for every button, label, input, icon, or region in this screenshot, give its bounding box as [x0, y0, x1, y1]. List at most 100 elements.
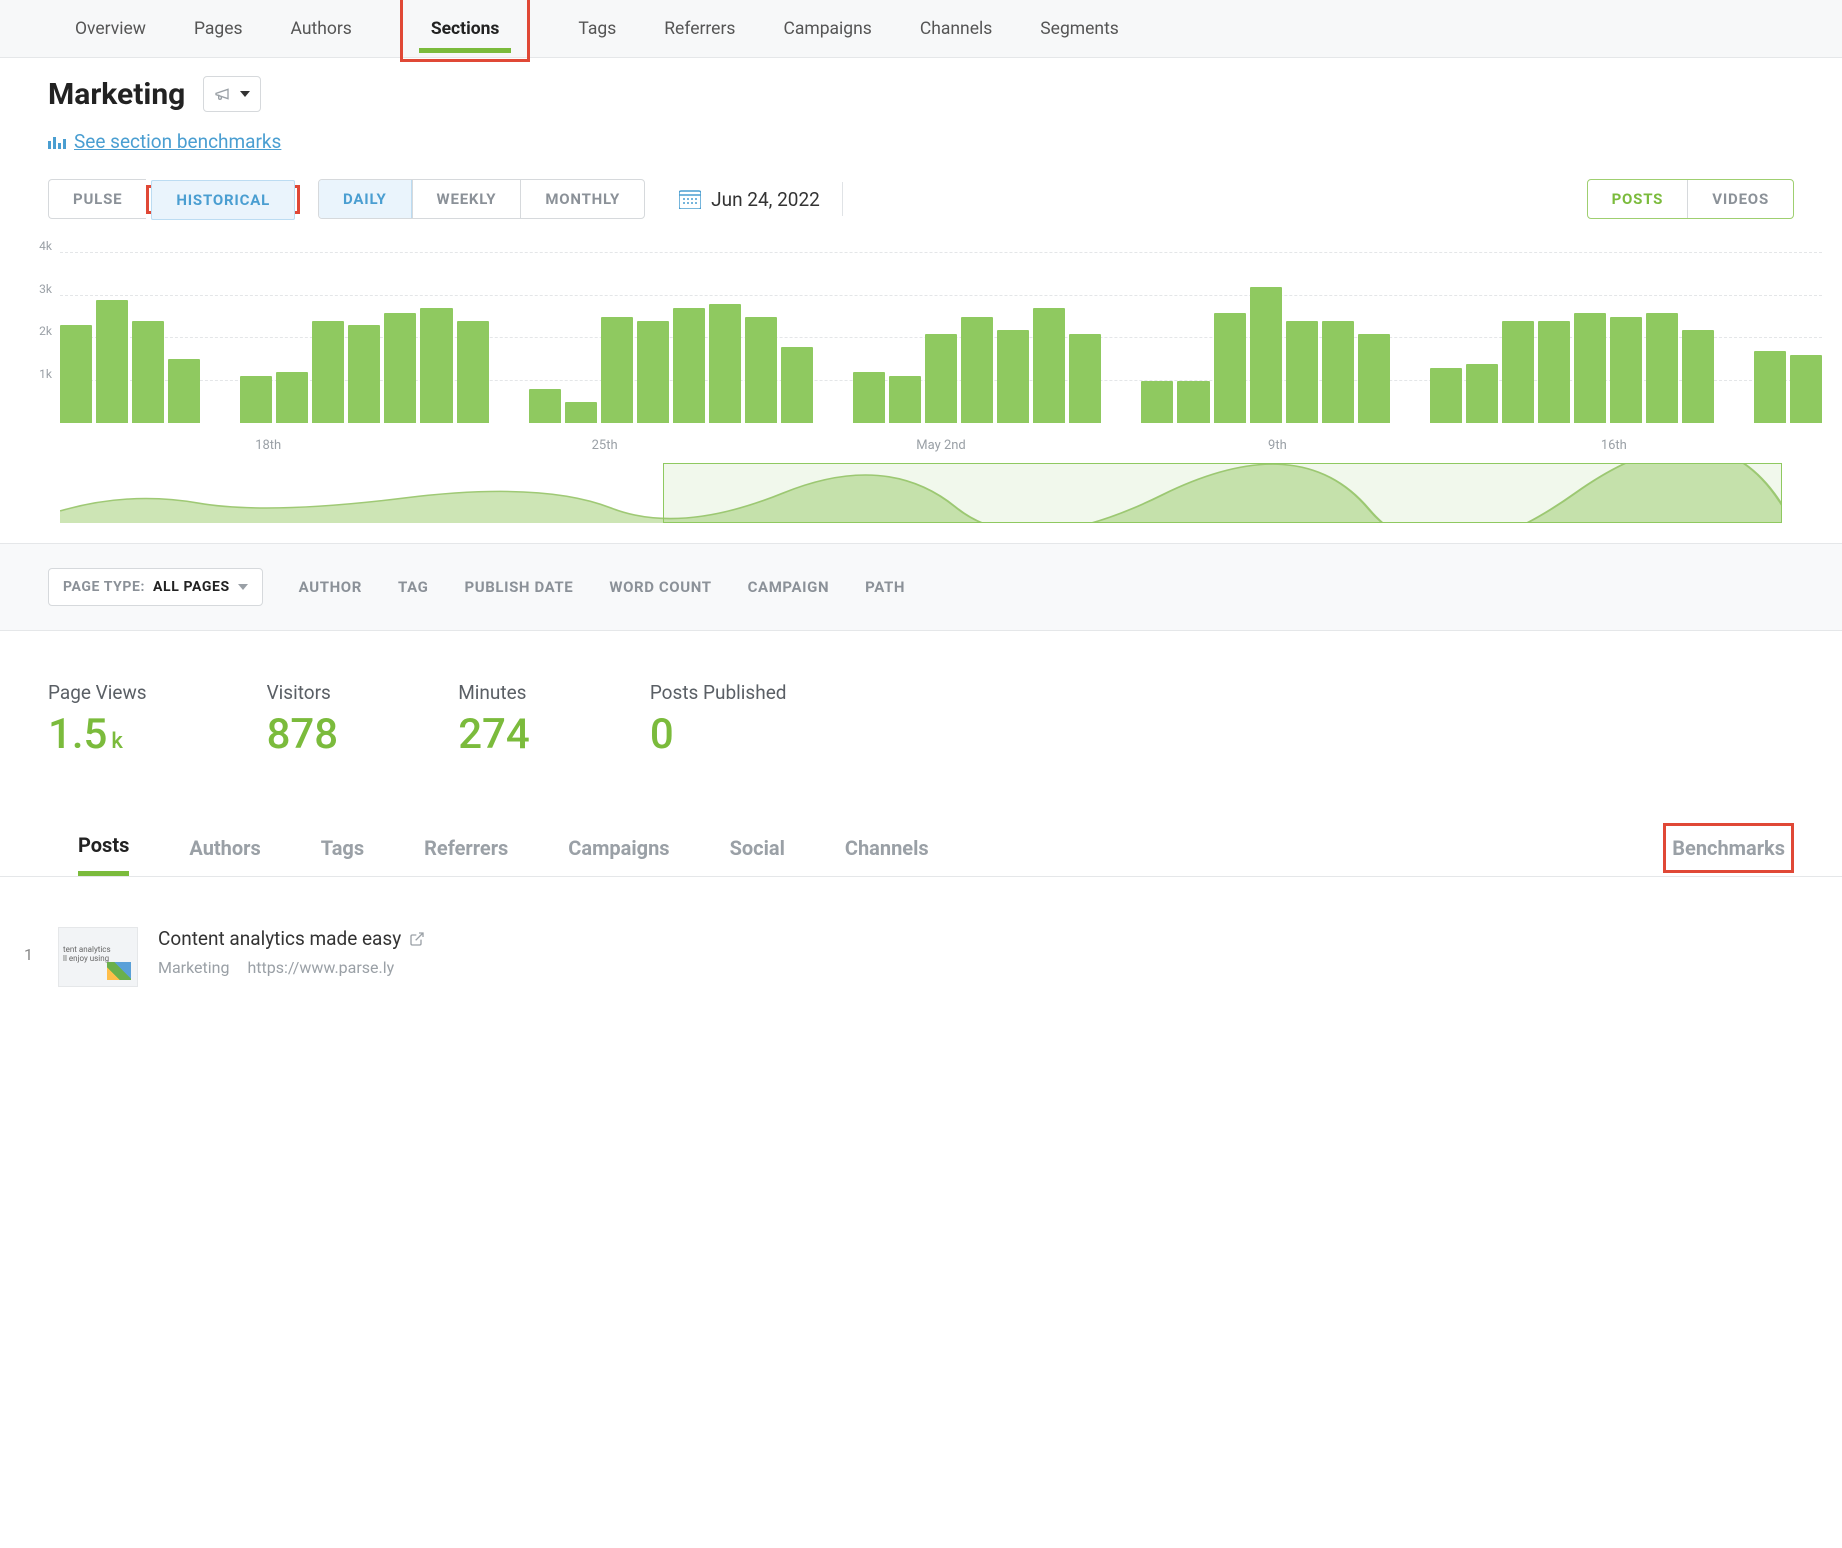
bar[interactable]: [1502, 321, 1534, 423]
date-label: Jun 24, 2022: [711, 188, 820, 211]
bar[interactable]: [1214, 313, 1246, 424]
nav-authors[interactable]: Authors: [291, 3, 352, 55]
post-section[interactable]: Marketing: [158, 958, 229, 977]
top-nav: Overview Pages Authors Sections Tags Ref…: [0, 0, 1842, 58]
nav-pages[interactable]: Pages: [194, 3, 243, 55]
bar[interactable]: [1538, 321, 1570, 423]
nav-tags[interactable]: Tags: [578, 3, 616, 55]
tab-social[interactable]: Social: [730, 822, 785, 874]
filter-author[interactable]: AUTHOR: [299, 578, 362, 596]
bar[interactable]: [745, 317, 777, 423]
tab-tags[interactable]: Tags: [321, 822, 364, 874]
bar[interactable]: [1574, 313, 1606, 424]
tab-benchmarks-highlight: Benchmarks: [1663, 823, 1794, 873]
weekly-button[interactable]: WEEKLY: [412, 180, 521, 218]
bar[interactable]: [168, 359, 200, 423]
caret-down-icon: [240, 89, 250, 99]
bar[interactable]: [889, 376, 921, 423]
stat-minutes: Minutes 274: [458, 681, 530, 759]
tab-referrers[interactable]: Referrers: [424, 822, 508, 874]
bar[interactable]: [853, 372, 885, 423]
bar[interactable]: [673, 308, 705, 423]
nav-sections[interactable]: Sections: [431, 3, 500, 55]
page-type-label: PAGE TYPE:: [63, 579, 145, 595]
pulse-button[interactable]: PULSE: [49, 180, 146, 218]
tab-channels[interactable]: Channels: [845, 822, 929, 874]
bar[interactable]: [420, 308, 452, 423]
bar[interactable]: [348, 325, 380, 423]
bar[interactable]: [1646, 313, 1678, 424]
x-axis: 18th 25th May 2nd 9th 16th: [60, 438, 1822, 453]
filter-path[interactable]: PATH: [865, 578, 905, 596]
filter-word-count[interactable]: WORD COUNT: [609, 578, 711, 596]
bar[interactable]: [276, 372, 308, 423]
range-selector[interactable]: [60, 463, 1782, 523]
page-type-value: ALL PAGES: [153, 579, 230, 595]
daily-button[interactable]: DAILY: [319, 180, 412, 218]
bar[interactable]: [781, 347, 813, 424]
bar[interactable]: [60, 325, 92, 423]
bar[interactable]: [1610, 317, 1642, 423]
date-picker[interactable]: Jun 24, 2022: [679, 188, 820, 211]
nav-segments[interactable]: Segments: [1040, 3, 1119, 55]
post-title[interactable]: Content analytics made easy: [158, 927, 425, 950]
tab-posts[interactable]: Posts: [78, 819, 129, 876]
bar[interactable]: [240, 376, 272, 423]
stat-page-views: Page Views 1.5k: [48, 681, 147, 759]
posts-toggle[interactable]: POSTS: [1588, 180, 1688, 218]
bar[interactable]: [1141, 381, 1173, 424]
bar[interactable]: [132, 321, 164, 423]
tab-benchmarks[interactable]: Benchmarks: [1672, 836, 1785, 860]
page-type-dropdown[interactable]: PAGE TYPE: ALL PAGES: [48, 568, 263, 606]
section-benchmarks-link[interactable]: See section benchmarks: [74, 130, 281, 153]
bar[interactable]: [312, 321, 344, 423]
bar-chart-icon: [48, 135, 66, 149]
bar[interactable]: [96, 300, 128, 423]
nav-referrers[interactable]: Referrers: [664, 3, 735, 55]
nav-overview[interactable]: Overview: [75, 3, 146, 55]
external-link-icon[interactable]: [409, 931, 425, 947]
sub-tabs: Posts Authors Tags Referrers Campaigns S…: [0, 819, 1842, 877]
bar[interactable]: [925, 334, 957, 423]
bar[interactable]: [1286, 321, 1318, 423]
range-selection[interactable]: [663, 463, 1782, 523]
post-row[interactable]: 1 Content analytics made easy Marketing …: [0, 877, 1842, 997]
monthly-button[interactable]: MONTHLY: [520, 180, 644, 218]
filter-campaign[interactable]: CAMPAIGN: [748, 578, 830, 596]
bar[interactable]: [1250, 287, 1282, 423]
bar[interactable]: [384, 313, 416, 424]
bar-chart[interactable]: 4k 3k 2k 1k 18th 25th May 2nd 9th 16th: [20, 253, 1822, 453]
bar[interactable]: [709, 304, 741, 423]
bar[interactable]: [529, 389, 561, 423]
bar[interactable]: [961, 317, 993, 423]
bar[interactable]: [1466, 364, 1498, 424]
videos-toggle[interactable]: VIDEOS: [1687, 180, 1793, 218]
section-dropdown[interactable]: [203, 76, 261, 112]
post-thumbnail[interactable]: [58, 927, 138, 987]
tab-campaigns[interactable]: Campaigns: [568, 822, 669, 874]
bar[interactable]: [1358, 334, 1390, 423]
bar[interactable]: [1322, 321, 1354, 423]
nav-campaigns[interactable]: Campaigns: [783, 3, 871, 55]
filter-tag[interactable]: TAG: [398, 578, 429, 596]
bar[interactable]: [457, 321, 489, 423]
bar[interactable]: [1177, 381, 1209, 424]
bar[interactable]: [601, 317, 633, 423]
historical-button[interactable]: HISTORICAL: [151, 180, 295, 220]
stats-row: Page Views 1.5k Visitors 878 Minutes 274…: [0, 631, 1842, 819]
bar[interactable]: [565, 402, 597, 423]
bar[interactable]: [1069, 334, 1101, 423]
filter-publish-date[interactable]: PUBLISH DATE: [464, 578, 573, 596]
tab-authors[interactable]: Authors: [189, 822, 260, 874]
bar[interactable]: [1033, 308, 1065, 423]
bar[interactable]: [1790, 355, 1822, 423]
bar[interactable]: [1682, 330, 1714, 424]
megaphone-icon: [214, 86, 230, 102]
bar[interactable]: [1754, 351, 1786, 423]
post-index: 1: [24, 945, 38, 964]
bar[interactable]: [1430, 368, 1462, 423]
post-url[interactable]: https://www.parse.ly: [247, 958, 394, 977]
bar[interactable]: [637, 321, 669, 423]
bar[interactable]: [997, 330, 1029, 424]
nav-channels[interactable]: Channels: [920, 3, 992, 55]
